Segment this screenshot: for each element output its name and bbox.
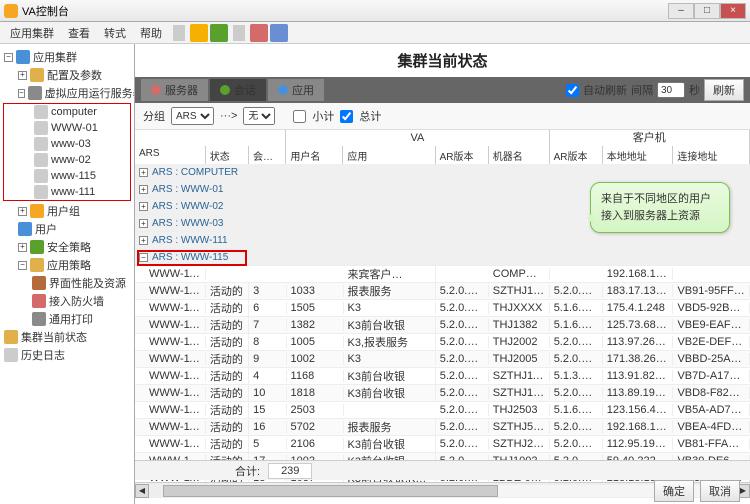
tree-server-item[interactable]: www-115 (4, 168, 130, 184)
col-arver2[interactable]: AR版本 (550, 146, 603, 164)
tree-server-item[interactable]: WWW-01 (4, 120, 130, 136)
col-arver[interactable]: AR版本 (436, 146, 489, 164)
group-label: 分组 (143, 108, 165, 124)
filter-bar: 分组 ARS ···> 无 小计 总计 (135, 103, 750, 130)
auto-refresh-checkbox[interactable] (566, 84, 579, 97)
tab-servers[interactable]: 服务器 (141, 79, 208, 101)
refresh-button[interactable]: 刷新 (704, 79, 744, 101)
interval-label: 间隔 (631, 82, 653, 98)
menu-view[interactable]: 查看 (62, 23, 96, 43)
tree-print[interactable]: 通用打印 (2, 310, 132, 328)
tab-sessions[interactable]: 会话 (210, 79, 266, 101)
toolbar-icon-4[interactable] (270, 24, 288, 42)
app-tab-icon (278, 85, 288, 95)
grid-footer: 合计: 239 (135, 460, 750, 480)
menubar: 应用集群 查看 转式 帮助 (0, 22, 750, 44)
auto-refresh-label: 自动刷新 (583, 82, 627, 98)
menu-cluster[interactable]: 应用集群 (4, 23, 60, 43)
group-row[interactable]: +ARS : WWW-111 (135, 232, 750, 249)
menu-help[interactable]: 帮助 (134, 23, 168, 43)
annotation-callout: 来自于不同地区的用户 接入到服务器上资源 (590, 182, 730, 233)
group-row[interactable]: +ARS : COMPUTER (135, 164, 750, 181)
col-local[interactable]: 本地地址 (603, 146, 674, 164)
toolbar-icon-3[interactable] (250, 24, 268, 42)
tree-perf[interactable]: 界面性能及资源 (2, 274, 132, 292)
arrow-label: ···> (220, 110, 237, 122)
group-select-2[interactable]: 无 (243, 107, 275, 125)
tree-usergroup[interactable]: +用户组 (2, 202, 132, 220)
tree-log[interactable]: 历史日志 (2, 346, 132, 364)
tree-vserver[interactable]: −虚拟应用运行服务器 (2, 84, 132, 102)
col-machine[interactable]: 机器名 (489, 146, 550, 164)
total-label: 合计: (235, 463, 260, 479)
nav-tree: −应用集群 +配置及参数 −虚拟应用运行服务器 computer WWW-01 … (0, 44, 134, 368)
table-row[interactable]: WWW-115活动的91002K35.2.0.7194THJ20055.2.0.… (135, 351, 750, 368)
tree-server-item[interactable]: www-02 (4, 152, 130, 168)
col-app[interactable]: 应用 (343, 146, 435, 164)
col-user[interactable]: 用户名 (286, 146, 343, 164)
tree-server-item[interactable]: www-111 (4, 184, 130, 200)
ok-button[interactable]: 确定 (654, 480, 694, 502)
page-title: 集群当前状态 (135, 44, 750, 77)
tree-users[interactable]: 用户 (2, 220, 132, 238)
table-row[interactable]: WWW-115活动的31033报表服务5.2.0.7194SZTHJ10335.… (135, 283, 750, 300)
content-area: 集群当前状态 服务器 会话 应用 自动刷新 间隔 秒 刷新 分组 ARS ···… (135, 44, 750, 504)
tab-apps[interactable]: 应用 (268, 79, 324, 101)
server-icon (151, 85, 161, 95)
interval-input[interactable] (657, 82, 685, 98)
menu-convert[interactable]: 转式 (98, 23, 132, 43)
grid-header-top: VA 客户机 (135, 130, 750, 146)
table-row[interactable]: WWW-115活动的52106K3前台收银5.2.0.7194SZTHJ2106… (135, 436, 750, 453)
col-ars[interactable]: ARS (135, 146, 206, 164)
session-icon (220, 85, 230, 95)
sidebar: −应用集群 +配置及参数 −虚拟应用运行服务器 computer WWW-01 … (0, 44, 135, 504)
tree-firewall[interactable]: 接入防火墙 (2, 292, 132, 310)
tree-appstrategy[interactable]: −应用策略 (2, 256, 132, 274)
table-row[interactable]: WWW-115活动的165702报表服务5.2.0.7194SZTHJ57025… (135, 419, 750, 436)
total-checkbox[interactable] (340, 110, 353, 123)
toolbar-icon-2[interactable] (210, 24, 228, 42)
minimize-button[interactable]: – (668, 3, 694, 19)
tree-root[interactable]: −应用集群 (2, 48, 132, 66)
table-row[interactable]: WWW-115来宾客户…COMPUTER192.168.1.253 (135, 266, 750, 283)
subtotal-checkbox[interactable] (293, 110, 306, 123)
table-row[interactable]: WWW-115活动的71382K3前台收银5.2.0.7194THJ13825.… (135, 317, 750, 334)
table-row[interactable]: WWW-115活动的41168K3前台收银5.2.0.7194SZTHJ1168… (135, 368, 750, 385)
cancel-button[interactable]: 取消 (700, 480, 740, 502)
group-row[interactable]: −ARS : WWW-115 (135, 249, 750, 266)
table-row[interactable]: WWW-115活动的61505K35.2.0.7194THJXXXX5.1.6.… (135, 300, 750, 317)
table-row[interactable]: WWW-115活动的1525035.2.0.7194THJ25035.1.6.7… (135, 402, 750, 419)
tabs-bar: 服务器 会话 应用 自动刷新 间隔 秒 刷新 (135, 77, 750, 103)
col-conn[interactable]: 连接地址 (673, 146, 750, 164)
scroll-left-icon[interactable]: ◀ (135, 484, 149, 498)
group-select[interactable]: ARS (171, 107, 214, 125)
tree-security[interactable]: +安全策略 (2, 238, 132, 256)
total-count: 239 (268, 463, 312, 479)
table-row[interactable]: WWW-115活动的101818K3前台收银5.2.0.7194SZTHJ181… (135, 385, 750, 402)
window-title: VA控制台 (22, 3, 668, 19)
table-row[interactable]: WWW-115活动的81005K3,报表服务5.2.0.7194THJ20025… (135, 334, 750, 351)
toolbar-icon-1[interactable] (190, 24, 208, 42)
grid-header: ARS 状态 会话号 用户名 应用 AR版本 机器名 AR版本 本地地址 连接地… (135, 146, 750, 164)
titlebar: VA控制台 – □ × (0, 0, 750, 22)
tree-config[interactable]: +配置及参数 (2, 66, 132, 84)
app-icon (4, 4, 18, 18)
seconds-label: 秒 (689, 82, 700, 98)
col-status[interactable]: 状态 (206, 146, 249, 164)
maximize-button[interactable]: □ (694, 3, 720, 19)
tree-status[interactable]: 集群当前状态 (2, 328, 132, 346)
tree-server-item[interactable]: www-03 (4, 136, 130, 152)
scroll-thumb[interactable] (163, 485, 498, 497)
tree-server-item[interactable]: computer (4, 104, 130, 120)
col-session[interactable]: 会话号 (249, 146, 286, 164)
close-button[interactable]: × (720, 3, 746, 19)
